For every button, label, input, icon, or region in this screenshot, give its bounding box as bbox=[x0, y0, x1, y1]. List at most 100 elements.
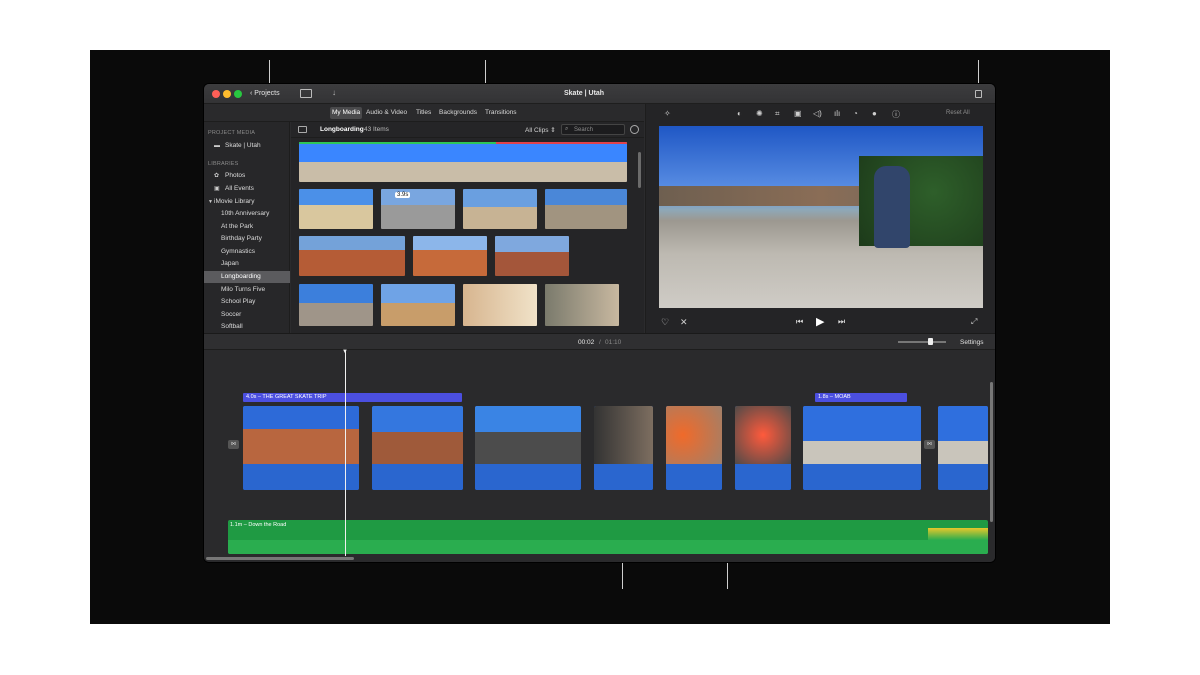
minimize-button[interactable] bbox=[223, 90, 231, 98]
zoom-slider[interactable] bbox=[898, 338, 946, 345]
share-icon[interactable] bbox=[975, 90, 982, 98]
video-clip[interactable] bbox=[372, 406, 463, 490]
chevron-updown-icon: ⇕ bbox=[550, 127, 556, 134]
media-thumbnail[interactable] bbox=[299, 236, 405, 276]
time-separator: / bbox=[599, 339, 601, 346]
crop-icon[interactable]: ⌗ bbox=[775, 109, 780, 119]
sidebar-event[interactable]: At the Park bbox=[204, 221, 290, 233]
favorite-icon[interactable]: ♡ bbox=[661, 317, 669, 328]
sidebar-event[interactable]: 10th Anniversary bbox=[204, 208, 290, 220]
speed-icon[interactable]: ◔ bbox=[853, 109, 858, 118]
sidebar-item-photos[interactable]: ✿ Photos bbox=[204, 170, 290, 182]
magic-wand-icon[interactable]: ✧ bbox=[664, 109, 671, 118]
browser-header: Longboarding 43 Items All Clips ⇕ ⌕ Sear… bbox=[291, 122, 644, 138]
gear-icon[interactable] bbox=[630, 125, 639, 134]
stabilization-icon[interactable]: ▣ bbox=[794, 109, 802, 118]
media-browser: Longboarding 43 Items All Clips ⇕ ⌕ Sear… bbox=[291, 122, 644, 333]
clip-filter-select[interactable]: All Clips ⇕ bbox=[525, 126, 556, 134]
search-placeholder: Search bbox=[574, 126, 594, 133]
skip-back-icon[interactable]: ⏮ bbox=[796, 317, 803, 327]
projects-button[interactable]: ‹ Projects bbox=[250, 90, 280, 97]
transition-icon[interactable]: ⋈ bbox=[228, 440, 239, 449]
sidebar-event-selected[interactable]: Longboarding bbox=[204, 271, 290, 283]
project-title: Skate | Utah bbox=[564, 90, 605, 97]
video-clip[interactable] bbox=[803, 406, 921, 490]
media-thumbnail[interactable] bbox=[299, 142, 627, 182]
media-thumbnail[interactable] bbox=[495, 236, 569, 276]
zoom-slider-knob[interactable] bbox=[928, 338, 933, 345]
reject-icon[interactable]: ✕ bbox=[680, 317, 688, 328]
sidebar-event[interactable]: Gymnastics bbox=[204, 246, 290, 258]
media-thumbnail[interactable] bbox=[299, 189, 373, 229]
tab-transitions[interactable]: Transitions bbox=[483, 107, 519, 119]
playhead-marker-icon[interactable]: ▼ bbox=[342, 349, 348, 355]
color-correction-icon[interactable]: ✺ bbox=[756, 109, 763, 118]
sidebar-item-imovie-library[interactable]: ▼ iMovie Library bbox=[204, 196, 290, 208]
title-bar: ‹ Projects ↓ Skate | Utah bbox=[204, 84, 995, 104]
browser-tabs: My Media Audio & Video Titles Background… bbox=[204, 104, 644, 122]
close-button[interactable] bbox=[212, 90, 220, 98]
video-clip[interactable] bbox=[475, 406, 581, 490]
video-clip[interactable] bbox=[735, 406, 791, 490]
photos-icon: ✿ bbox=[214, 173, 220, 179]
media-thumbnail[interactable] bbox=[463, 189, 537, 229]
libraries-sidebar: PROJECT MEDIA ▬ Skate | Utah LIBRARIES ✿… bbox=[204, 122, 290, 333]
events-icon: ▣ bbox=[214, 186, 220, 192]
playhead[interactable] bbox=[345, 350, 346, 556]
sidebar-event[interactable]: Milo Turns Five bbox=[204, 284, 290, 296]
media-music-icon[interactable] bbox=[300, 89, 312, 98]
timeline-header: 00:02 / 01:10 Settings bbox=[204, 334, 995, 350]
sidebar-event[interactable]: Softball bbox=[204, 321, 290, 333]
equalizer-icon[interactable]: ılı bbox=[834, 109, 840, 118]
media-thumbnail[interactable] bbox=[413, 236, 487, 276]
duration-badge: 3.9s bbox=[395, 192, 411, 198]
title-clip[interactable]: 1.8s – MOAB bbox=[815, 393, 907, 402]
tab-titles[interactable]: Titles bbox=[414, 107, 433, 119]
fullscreen-icon[interactable]: ⤢ bbox=[971, 317, 977, 327]
filter-icon[interactable]: ● bbox=[872, 109, 877, 118]
sidebar-event[interactable]: Soccer bbox=[204, 309, 290, 321]
video-clip[interactable] bbox=[594, 406, 653, 490]
media-thumbnail[interactable] bbox=[463, 284, 537, 326]
tab-backgrounds[interactable]: Backgrounds bbox=[437, 107, 479, 119]
callout-line-timeline bbox=[622, 562, 623, 589]
imovie-window: ‹ Projects ↓ Skate | Utah My Media Audio… bbox=[204, 84, 995, 562]
info-icon[interactable]: ⓘ bbox=[892, 109, 900, 120]
media-thumbnail[interactable]: 3.9s bbox=[381, 189, 455, 229]
timeline-vertical-scrollbar[interactable] bbox=[990, 382, 993, 522]
play-icon[interactable]: ▶ bbox=[816, 315, 824, 328]
item-count: 43 Items bbox=[364, 126, 389, 133]
import-arrow-icon[interactable]: ↓ bbox=[332, 88, 336, 97]
zoom-button[interactable] bbox=[234, 90, 242, 98]
chevron-left-icon: ‹ bbox=[250, 90, 253, 97]
projects-label: Projects bbox=[254, 90, 280, 97]
media-thumbnail[interactable] bbox=[299, 284, 373, 326]
volume-icon[interactable]: ◁) bbox=[813, 109, 822, 118]
sidebar-toggle-icon[interactable] bbox=[298, 126, 307, 133]
sidebar-event[interactable]: Japan bbox=[204, 258, 290, 270]
settings-button[interactable]: Settings bbox=[960, 339, 984, 346]
browser-scrollbar[interactable] bbox=[638, 152, 641, 188]
sidebar-event[interactable]: Birthday Party bbox=[204, 233, 290, 245]
title-clip[interactable]: 4.0s – THE GREAT SKATE TRIP bbox=[243, 393, 462, 402]
search-field[interactable]: ⌕ Search bbox=[561, 124, 625, 135]
transition-icon[interactable]: ⋈ bbox=[924, 440, 935, 449]
sidebar-item-project[interactable]: ▬ Skate | Utah bbox=[204, 140, 290, 152]
media-thumbnail[interactable] bbox=[545, 189, 627, 229]
media-thumbnail[interactable] bbox=[381, 284, 455, 326]
video-clip[interactable] bbox=[666, 406, 722, 490]
tab-audio-video[interactable]: Audio & Video bbox=[364, 107, 409, 119]
media-thumbnail[interactable] bbox=[545, 284, 619, 326]
music-clip[interactable]: 1.1m – Down the Road bbox=[228, 520, 988, 554]
tab-my-media[interactable]: My Media bbox=[330, 107, 363, 119]
timeline-pane: 00:02 / 01:10 Settings 4.0s – THE GREAT … bbox=[204, 333, 995, 562]
sidebar-event[interactable]: School Play bbox=[204, 296, 290, 308]
color-balance-icon[interactable]: ◐ bbox=[737, 109, 742, 118]
reset-all-button[interactable]: Reset All bbox=[946, 110, 970, 116]
video-clip[interactable] bbox=[243, 406, 359, 490]
skip-forward-icon[interactable]: ⏭ bbox=[838, 317, 845, 327]
timeline-horizontal-scrollbar[interactable] bbox=[206, 557, 354, 560]
sidebar-item-all-events[interactable]: ▣ All Events bbox=[204, 183, 290, 195]
video-clip[interactable] bbox=[938, 406, 988, 490]
viewer-preview-image bbox=[659, 126, 983, 308]
